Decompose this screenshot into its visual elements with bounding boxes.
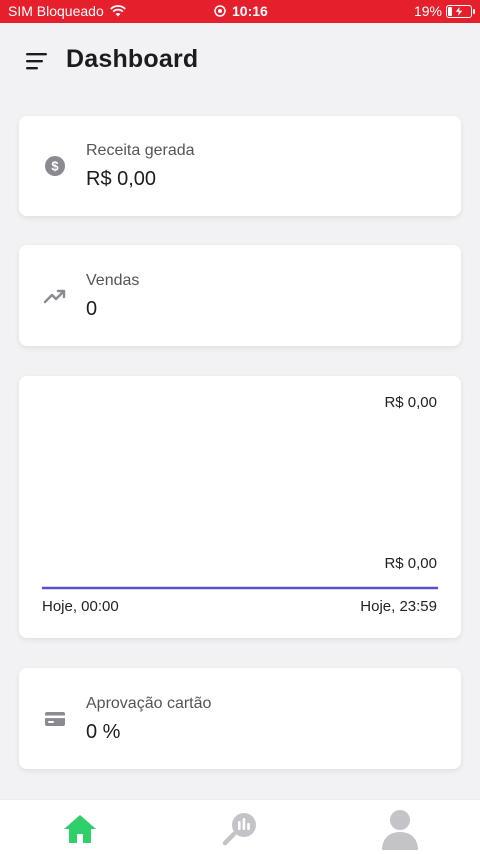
battery-level [448, 6, 452, 16]
carrier-label: SIM Bloqueado [8, 3, 104, 19]
charging-icon [455, 5, 463, 17]
y-tick-label-min: R$ 0,00 [384, 555, 437, 572]
svg-text:$: $ [51, 159, 59, 174]
trending-up-icon [43, 289, 66, 304]
dollar-circle-icon: $ [45, 156, 65, 176]
revenue-card[interactable]: $ Receita gerada R$ 0,00 [19, 116, 461, 216]
revenue-chart-card: R$ 0,00 R$ 0,00 Hoje, 00:00 Hoje, 23:59 [19, 376, 461, 638]
status-right: 19% [413, 3, 475, 19]
nav-profile[interactable] [378, 808, 422, 850]
sales-value: 0 [86, 298, 98, 320]
user-icon [382, 810, 418, 850]
nav-analytics[interactable] [218, 808, 262, 850]
credit-card-icon [45, 712, 65, 726]
page-title: Dashboard [66, 45, 199, 73]
revenue-label: Receita gerada [86, 142, 195, 159]
approval-label: Aprovação cartão [86, 695, 212, 712]
battery-percent: 19% [413, 3, 442, 19]
app-header: Dashboard [0, 23, 480, 99]
menu-icon [26, 53, 47, 70]
clock-time: 10:16 [232, 3, 268, 19]
status-left: SIM Bloqueado [8, 3, 126, 19]
x-tick-label-end: Hoje, 23:59 [360, 598, 437, 615]
nav-home[interactable] [58, 808, 102, 850]
y-tick-label-max: R$ 0,00 [384, 394, 437, 411]
sales-label: Vendas [86, 272, 140, 289]
x-tick-label-start: Hoje, 00:00 [42, 598, 119, 615]
revenue-value: R$ 0,00 [86, 168, 157, 190]
sales-card[interactable]: Vendas 0 [19, 245, 461, 346]
battery-icon [446, 4, 475, 18]
status-bar: SIM Bloqueado 10:16 19% [0, 0, 480, 23]
wifi-icon [109, 5, 126, 17]
bottom-nav [0, 799, 480, 854]
home-icon [64, 815, 96, 843]
menu-button[interactable] [24, 50, 50, 72]
approval-value: 0 % [86, 721, 121, 743]
revenue-chart: R$ 0,00 R$ 0,00 Hoje, 00:00 Hoje, 23:59 [42, 394, 438, 615]
status-center: 10:16 [214, 3, 268, 19]
card-approval-card[interactable]: Aprovação cartão 0 % [19, 668, 461, 769]
alarm-icon [214, 5, 226, 17]
analytics-icon [222, 813, 256, 846]
